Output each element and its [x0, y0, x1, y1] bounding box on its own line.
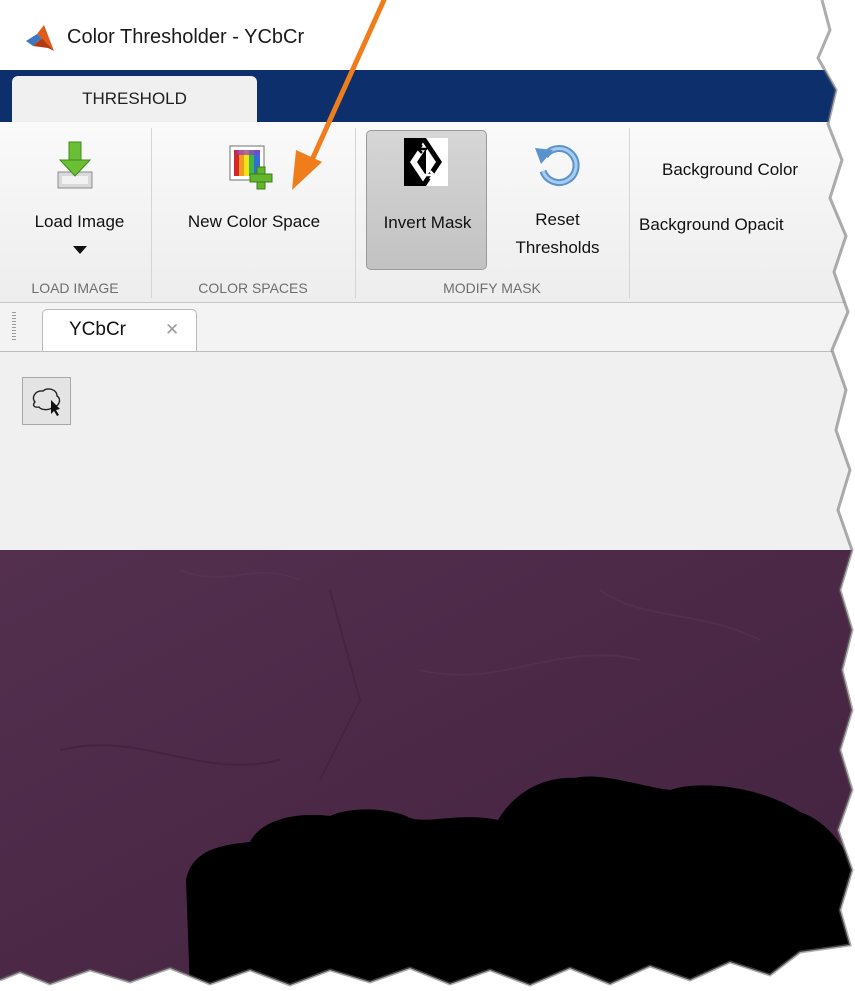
app-window: Color Thresholder - YCbCr THRESHOLD Load…	[0, 0, 855, 991]
torn-edge-border	[0, 0, 855, 991]
